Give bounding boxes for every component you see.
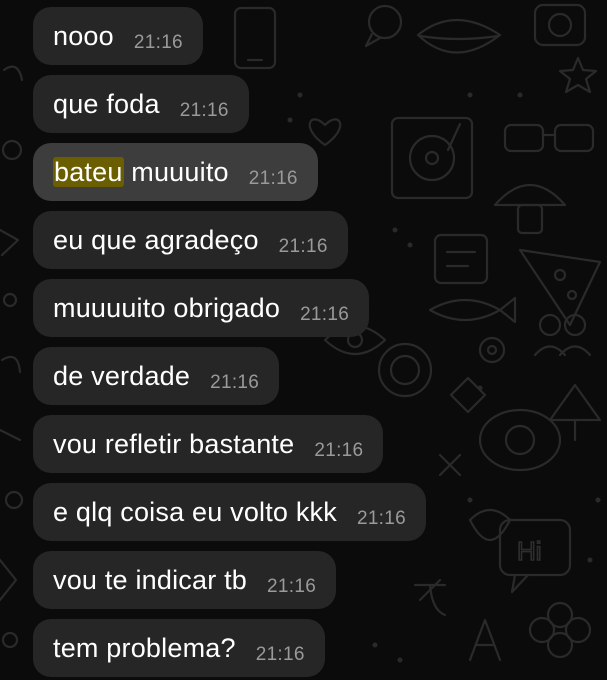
message-text: nooo [53,20,114,51]
message-timestamp: 21:16 [278,236,328,257]
message-text: bateu muuuito [53,156,229,188]
message-timestamp: 21:16 [133,32,183,53]
message-text-rest: muuuito [123,156,229,187]
message-bubble[interactable]: muuuuito obrigado 21:16 [33,279,370,337]
message-list[interactable]: nooo 21:16 que foda 21:16 bateu muuuito … [0,0,607,680]
search-highlight: bateu [53,156,124,187]
message-text: tem problema? [53,632,236,663]
message-text: de verdade [53,360,191,391]
message-timestamp: 21:16 [255,644,305,665]
message-text: eu que agradeço [53,224,259,255]
message-timestamp: 21:16 [248,168,298,189]
message-bubble[interactable]: que foda 21:16 [33,75,249,133]
message-bubble-search-match[interactable]: bateu muuuito 21:16 [33,143,318,201]
message-timestamp: 21:16 [267,576,317,597]
message-timestamp: 21:16 [179,100,229,121]
message-bubble[interactable]: e qlq coisa eu volto kkk 21:16 [33,483,426,541]
message-bubble[interactable]: eu que agradeço 21:16 [33,211,348,269]
message-bubble[interactable]: nooo 21:16 [33,7,203,65]
message-text: que foda [53,88,160,119]
message-text: vou te indicar tb [53,564,248,595]
message-timestamp: 21:16 [210,372,260,393]
message-text: muuuuito obrigado [53,292,281,323]
message-timestamp: 21:16 [356,508,406,529]
message-bubble[interactable]: de verdade 21:16 [33,347,280,405]
message-timestamp: 21:16 [314,440,364,461]
message-text: e qlq coisa eu volto kkk [53,496,337,527]
message-text: vou refletir bastante [53,428,295,459]
message-timestamp: 21:16 [300,304,350,325]
message-bubble[interactable]: vou te indicar tb 21:16 [33,551,337,609]
message-bubble[interactable]: tem problema? 21:16 [33,619,325,677]
message-bubble[interactable]: vou refletir bastante 21:16 [33,415,384,473]
